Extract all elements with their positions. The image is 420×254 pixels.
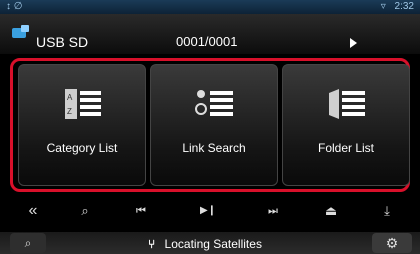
svg-text:A: A	[67, 93, 73, 102]
play-pause-button[interactable]: ▶❙	[188, 198, 228, 224]
usb-sd-source-icon[interactable]	[10, 24, 30, 40]
search-list-button[interactable]: ⌕	[10, 233, 46, 253]
search-list-icon: ⌕	[24, 236, 32, 250]
satellite-icon: ⑂	[148, 237, 156, 251]
playback-controls: « ⌕ ⏮ ▶❙ ⏭ ⏏ ⤓	[20, 198, 410, 224]
gear-icon: ⚙	[385, 235, 399, 251]
track-counter: 0001/0001	[176, 34, 238, 49]
svg-text:Z: Z	[67, 107, 72, 116]
category-list-icon: A Z	[65, 89, 101, 119]
setup-button[interactable]: ⚙	[372, 233, 412, 253]
next-track-button[interactable]: ⏭	[256, 198, 290, 224]
link-search-label: Link Search	[182, 141, 246, 155]
status-icons: ↕ ∅	[6, 1, 23, 12]
link-search-icon	[195, 90, 233, 116]
category-list-button[interactable]: A Z Category List	[18, 64, 146, 186]
extra-function-button[interactable]: ⤓	[372, 198, 402, 224]
folder-list-button[interactable]: Folder List	[282, 64, 410, 186]
link-search-button[interactable]: Link Search	[150, 64, 278, 186]
status-bar: ↕ ∅ ▿ 2:32	[0, 0, 420, 14]
category-list-label: Category List	[46, 141, 118, 155]
folder-list-icon	[329, 89, 365, 119]
folder-list-label: Folder List	[317, 141, 375, 155]
collapse-button[interactable]: «	[20, 198, 46, 224]
source-label: USB SD	[36, 34, 89, 50]
play-indicator-icon	[350, 38, 357, 48]
eject-button[interactable]: ⏏	[316, 198, 346, 224]
wifi-icon: ▿	[380, 1, 386, 12]
previous-track-button[interactable]: ⏮	[124, 198, 158, 224]
search-button[interactable]: ⌕	[70, 198, 100, 224]
navigation-status: Locating Satellites	[164, 237, 262, 251]
clock: 2:32	[394, 1, 414, 12]
